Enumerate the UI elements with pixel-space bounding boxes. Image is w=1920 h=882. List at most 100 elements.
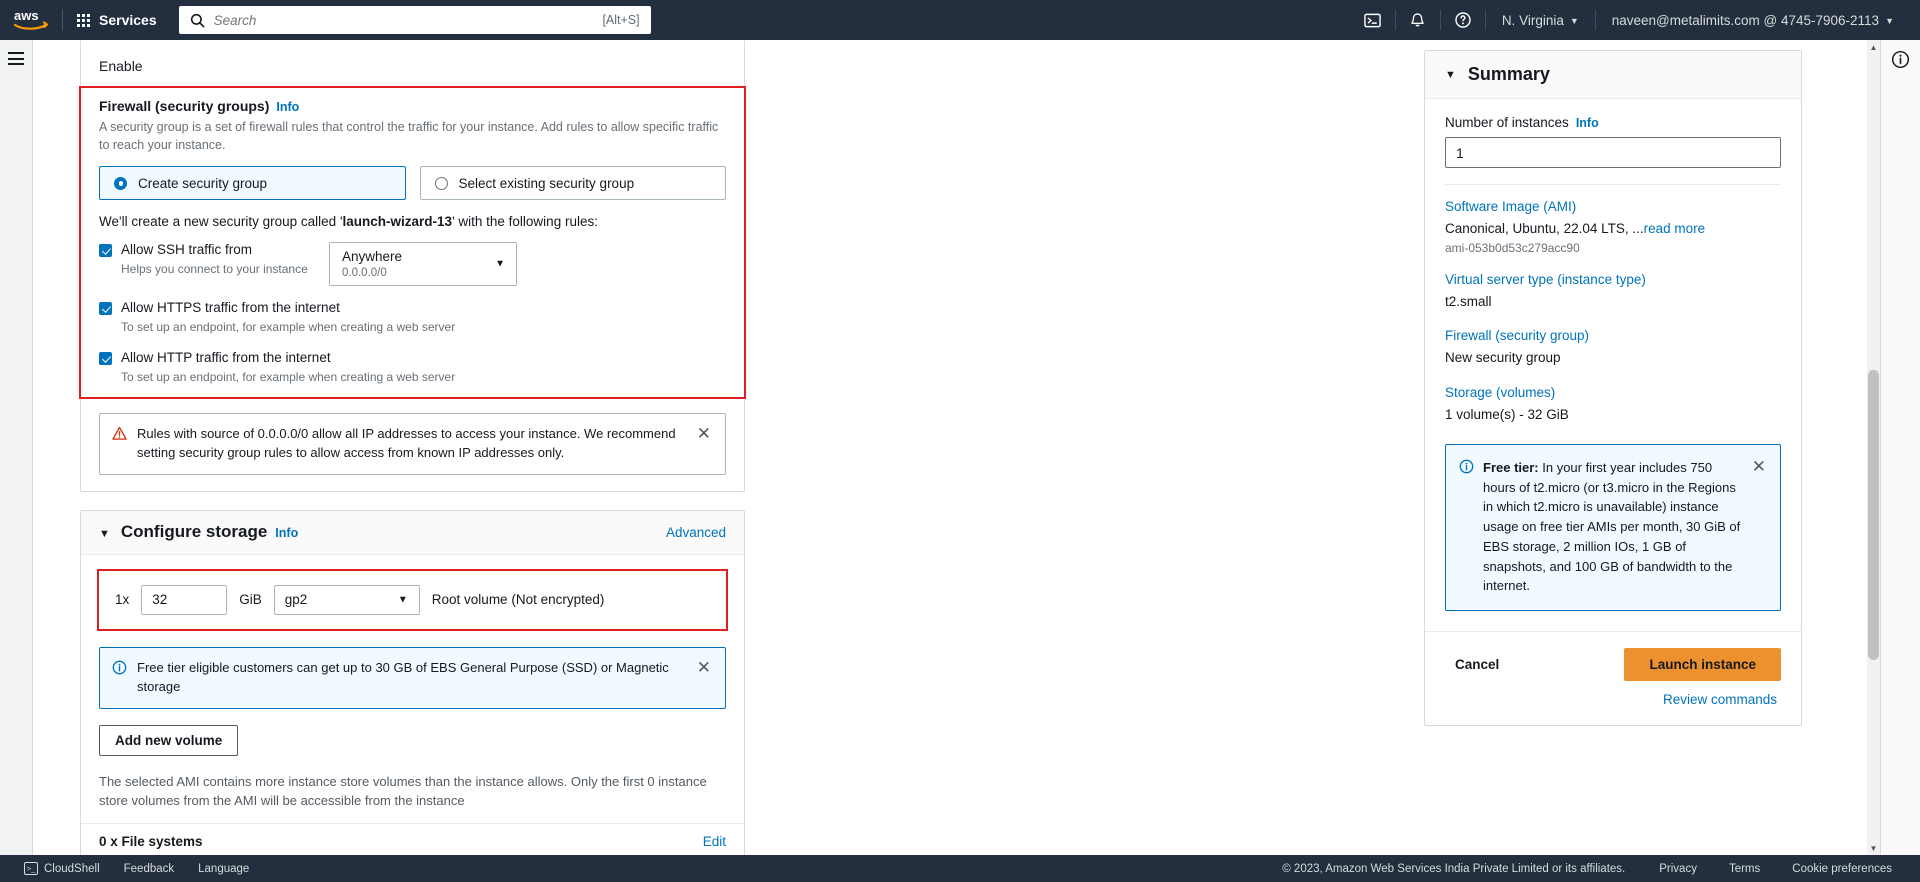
summary-header: ▼ Summary xyxy=(1425,51,1801,99)
storage-panel-header: ▼ Configure storage Info Advanced xyxy=(81,510,744,555)
scrollbar-thumb[interactable] xyxy=(1868,370,1879,660)
volume-type-select[interactable]: gp2 ▼ xyxy=(273,584,420,615)
firewall-title: Firewall (security groups) xyxy=(99,98,270,114)
checkbox-icon[interactable] xyxy=(99,244,112,258)
summary-item-firewall: Firewall (security group) New security g… xyxy=(1445,328,1781,367)
review-commands-row: Review commands xyxy=(1445,692,1781,707)
file-systems-edit-link[interactable]: Edit xyxy=(703,834,726,849)
launch-form-column: Enable Firewall (security groups) Info A… xyxy=(79,40,746,855)
summary-storage-link[interactable]: Storage (volumes) xyxy=(1445,385,1781,400)
scroll-down-arrow-icon[interactable]: ▼ xyxy=(1867,841,1880,855)
review-commands-link[interactable]: Review commands xyxy=(1663,692,1777,707)
summary-ami-id: ami-053b0d53c279acc90 xyxy=(1445,241,1580,256)
rule-ssh-checkbox-line[interactable]: Allow SSH traffic from xyxy=(99,242,329,259)
collapse-caret-icon[interactable]: ▼ xyxy=(1445,69,1456,81)
summary-ami-link[interactable]: Software Image (AMI) xyxy=(1445,199,1781,214)
rule-https-sublabel: To set up an endpoint, for example when … xyxy=(121,320,456,335)
volume-size-input[interactable] xyxy=(141,584,228,615)
radio-select-existing-security-group[interactable]: Select existing security group xyxy=(419,166,726,201)
bell-icon[interactable] xyxy=(1396,0,1440,40)
summary-firewall-link[interactable]: Firewall (security group) xyxy=(1445,328,1781,343)
firewall-description: A security group is a set of firewall ru… xyxy=(99,120,719,153)
storage-free-tier-alert: Free tier eligible customers can get up … xyxy=(99,646,726,709)
close-icon[interactable]: ✕ xyxy=(695,659,713,676)
file-systems-row: 0 x File systems Edit xyxy=(81,824,744,855)
free-tier-body: In your first year includes 750 hours of… xyxy=(1483,459,1741,594)
volume-unit-label: GiB xyxy=(239,592,262,608)
rule-http-sublabel: To set up an endpoint, for example when … xyxy=(121,369,456,384)
storage-info-link[interactable]: Info xyxy=(275,526,298,540)
instances-label: Number of instances xyxy=(1445,115,1569,130)
svg-text:aws: aws xyxy=(14,8,39,23)
ami-note-row: The selected AMI contains more instance … xyxy=(81,772,744,811)
launch-instance-button[interactable]: Launch instance xyxy=(1624,648,1781,682)
radio-create-security-group[interactable]: Create security group xyxy=(99,166,406,201)
footer-cloudshell-button[interactable]: >_ CloudShell xyxy=(12,862,112,875)
rule-http-checkbox-line[interactable]: Allow HTTP traffic from the internet xyxy=(99,350,726,367)
ssh-source-cidr: 0.0.0.0/0 xyxy=(342,267,387,279)
cloudshell-icon[interactable] xyxy=(1351,0,1395,40)
summary-panel: ▼ Summary Number of instances Info 1 Sof… xyxy=(1424,50,1802,727)
app-root: aws Services [Alt+S] xyxy=(0,0,1920,882)
help-circle-icon[interactable] xyxy=(1441,0,1485,40)
chevron-down-icon: ▼ xyxy=(495,258,505,270)
info-circle-icon xyxy=(112,660,127,680)
firewall-info-link[interactable]: Info xyxy=(276,100,299,114)
collapse-caret-icon[interactable]: ▼ xyxy=(99,528,110,540)
close-icon[interactable]: ✕ xyxy=(695,425,713,442)
vertical-scrollbar[interactable]: ▲ ▼ xyxy=(1867,40,1880,855)
volume-type-value: gp2 xyxy=(284,592,308,608)
checkbox-icon[interactable] xyxy=(99,351,112,365)
search-input[interactable] xyxy=(213,12,603,28)
footer-language-button[interactable]: Language xyxy=(186,863,261,875)
checkbox-icon[interactable] xyxy=(99,302,112,316)
cancel-button[interactable]: Cancel xyxy=(1445,649,1509,680)
sg-name: launch-wizard-13 xyxy=(342,214,453,230)
network-settings-panel: Enable Firewall (security groups) Info A… xyxy=(79,40,746,492)
firewall-section: Firewall (security groups) Info A securi… xyxy=(81,98,744,385)
storage-advanced-link[interactable]: Advanced xyxy=(666,525,726,540)
volume-count-label: 1x xyxy=(115,592,130,608)
footer-copyright: © 2023, Amazon Web Services India Privat… xyxy=(1282,862,1626,875)
footer-language-label: Language xyxy=(198,862,250,875)
read-more-link[interactable]: read more xyxy=(1644,221,1706,236)
summary-item-storage: Storage (volumes) 1 volume(s) - 32 GiB xyxy=(1445,385,1781,424)
right-help-rail xyxy=(1880,40,1920,855)
footer-cookie-link[interactable]: Cookie preferences xyxy=(1776,863,1908,875)
footer-cloudshell-label: CloudShell xyxy=(44,862,100,875)
warning-triangle-icon xyxy=(112,426,127,446)
add-volume-row: Add new volume xyxy=(81,709,744,756)
scroll-up-arrow-icon[interactable]: ▲ xyxy=(1867,40,1880,54)
free-tier-info-box: Free tier: In your first year includes 7… xyxy=(1445,443,1781,612)
footer-feedback-button[interactable]: Feedback xyxy=(112,863,187,875)
services-menu-button[interactable]: Services xyxy=(63,0,171,40)
global-search-box[interactable]: [Alt+S] xyxy=(178,6,651,34)
top-navigation-bar: aws Services [Alt+S] xyxy=(0,0,1920,40)
summary-actions: Cancel Launch instance Review commands xyxy=(1425,631,1801,725)
menu-toggle-icon[interactable] xyxy=(8,52,24,69)
number-of-instances-input[interactable] xyxy=(1445,137,1781,168)
aws-logo[interactable]: aws xyxy=(0,0,62,40)
storage-title-group: ▼ Configure storage Info xyxy=(99,522,298,542)
sg-note-suffix: ' with the following rules: xyxy=(452,214,598,230)
rule-ssh: Allow SSH traffic from Helps you connect… xyxy=(99,242,726,287)
add-new-volume-button[interactable]: Add new volume xyxy=(99,724,239,756)
rule-https-checkbox-line[interactable]: Allow HTTPS traffic from the internet xyxy=(99,300,726,317)
footer-terms-link[interactable]: Terms xyxy=(1713,863,1776,875)
summary-storage-value: 1 volume(s) - 32 GiB xyxy=(1445,406,1569,422)
summary-instance-type-link[interactable]: Virtual server type (instance type) xyxy=(1445,272,1781,287)
instances-field-label: Number of instances Info xyxy=(1445,115,1781,130)
instances-info-link[interactable]: Info xyxy=(1576,116,1599,130)
summary-body: Number of instances Info Software Image … xyxy=(1425,99,1801,631)
summary-ami-value: Canonical, Ubuntu, 22.04 LTS, ...read mo… xyxy=(1445,220,1781,238)
radio-label: Select existing security group xyxy=(458,175,635,191)
region-selector[interactable]: N. Virginia ▼ xyxy=(1486,0,1595,40)
account-menu[interactable]: naveen@metalimits.com @ 4745-7906-2113 ▼ xyxy=(1596,0,1910,40)
ssh-source-select[interactable]: Anywhere 0.0.0.0/0 ▼ xyxy=(329,242,517,287)
footer-privacy-link[interactable]: Privacy xyxy=(1643,863,1713,875)
ssh-source-value: Anywhere xyxy=(342,249,403,265)
content-scroll-area: Enable Firewall (security groups) Info A… xyxy=(33,40,1880,855)
info-circle-icon[interactable] xyxy=(1891,50,1910,74)
close-icon[interactable]: ✕ xyxy=(1750,458,1768,475)
summary-firewall-value: New security group xyxy=(1445,350,1561,366)
